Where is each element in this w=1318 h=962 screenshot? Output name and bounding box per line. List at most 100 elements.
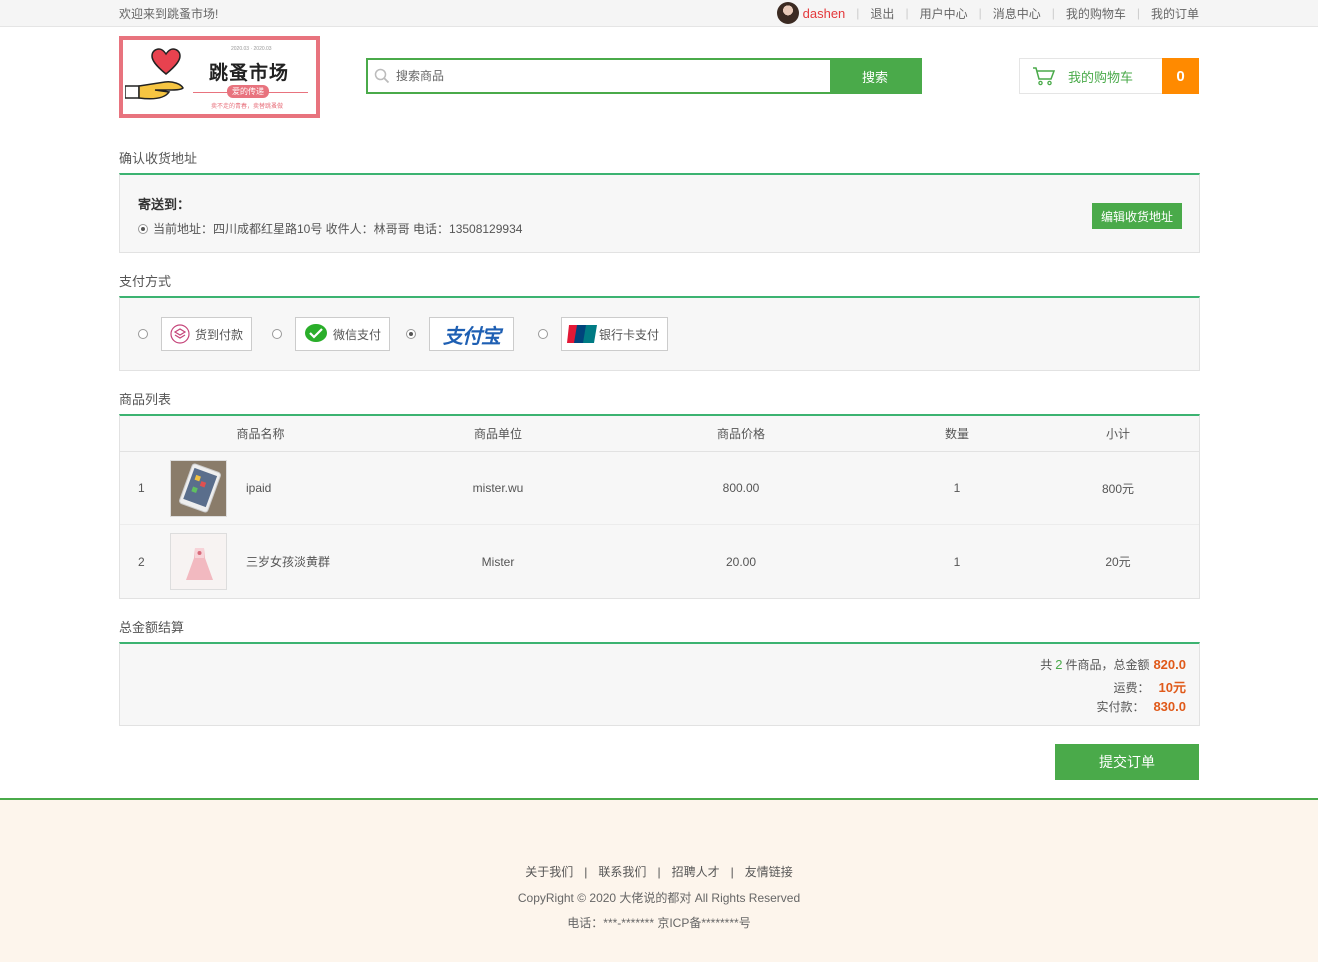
heart-icon (151, 48, 181, 75)
phone-icp-text: 电话：***-******* 京ICP备********号 (567, 916, 751, 930)
payment-card[interactable]: 支付宝 (429, 317, 514, 351)
payment-radio[interactable] (538, 329, 548, 339)
total-amount: 820.0 (1153, 657, 1186, 672)
divider: | (1136, 6, 1140, 20)
user-center-link[interactable]: 用户中心 (920, 5, 968, 22)
username-link[interactable]: dashen (803, 6, 846, 21)
payment-radio[interactable] (406, 329, 416, 339)
header-price: 商品价格 (716, 427, 765, 441)
header-unit: 商品单位 (473, 427, 522, 441)
shipping-label: 运费： (1113, 681, 1150, 695)
footer-link-friends[interactable]: 友情链接 (745, 865, 793, 879)
payment-option-cod[interactable]: 货到付款 (138, 317, 253, 351)
product-subtotal: 20元 (1105, 555, 1131, 569)
product-name[interactable]: ipaid (246, 481, 391, 495)
ship-to-heading: 寄送到： (138, 197, 191, 212)
payment-label: 货到付款 (195, 327, 244, 342)
row-index: 2 (138, 554, 145, 569)
submit-order-button[interactable]: 提交订单 (1055, 744, 1199, 780)
table-row: 2 三岁女孩淡黄群 Mister 20.00 1 20元 (120, 525, 1199, 598)
top-nav: dashen | 退出 | 用户中心 | 消息中心 | 我的购物车 | 我的订单 (776, 0, 1199, 26)
search-bar: 搜索 (366, 58, 922, 94)
divider: | (978, 6, 982, 20)
logo-tagline: 卖不走的青春，卖替跳蚤做 (211, 104, 284, 110)
total-section-title: 总金额结算 (119, 620, 185, 635)
product-name[interactable]: 三岁女孩淡黄群 (246, 553, 391, 570)
total-panel: 共 2 件商品，总金额 820.0 运费： 10元 实付款： 830.0 (119, 642, 1200, 726)
logo-title: 跳蚤市场 (209, 62, 290, 84)
items-section-title: 商品列表 (119, 392, 172, 407)
payment-panel: 货到付款 微信支付 支付宝 银行卡支付 (119, 296, 1200, 371)
payment-option-wechat[interactable]: 微信支付 (272, 317, 391, 351)
count-suffix: 件商品，总金额 (1065, 658, 1150, 672)
payment-radio[interactable] (272, 329, 282, 339)
table-row: 1 ipaid mister.wu 800.00 1 800元 (120, 452, 1199, 525)
payable-line: 实付款： 830.0 (1096, 698, 1186, 715)
cart-widget[interactable]: 我的购物车 0 (1019, 58, 1199, 94)
row-image-cell (170, 533, 246, 590)
divider: | (657, 865, 661, 879)
copyright-text: CopyRight © 2020 大佬说的都对 All Rights Reser… (517, 891, 801, 905)
cash-on-delivery-icon (170, 324, 190, 344)
payable-label: 实付款： (1096, 700, 1145, 714)
product-price: 800.00 (722, 481, 760, 495)
logout-link[interactable]: 退出 (870, 5, 894, 22)
avatar[interactable] (776, 2, 799, 24)
product-image-dress[interactable] (170, 533, 227, 590)
address-radio[interactable] (138, 223, 148, 234)
logo-top-text: 2020.03 · 2020.03 (231, 46, 272, 52)
payment-card[interactable]: 货到付款 (161, 317, 253, 351)
table-header: 商品名称 商品单位 商品价格 数量 小计 (120, 416, 1199, 452)
footer-link-about[interactable]: 关于我们 (525, 865, 573, 879)
header-subtotal: 小计 (1105, 427, 1130, 441)
cart-count-badge: 0 (1162, 58, 1199, 94)
message-center-link[interactable]: 消息中心 (993, 5, 1041, 22)
payment-option-bankcard[interactable]: 银行卡支付 (538, 317, 669, 351)
payment-card[interactable]: 微信支付 (295, 317, 391, 351)
divider: | (584, 865, 588, 879)
payment-card[interactable]: 银行卡支付 (561, 317, 669, 351)
divider: | (730, 865, 734, 879)
alipay-logo: 支付宝 (443, 323, 501, 348)
payment-radio[interactable] (138, 329, 148, 339)
count-prefix: 共 (1040, 658, 1053, 672)
hand-icon (125, 81, 184, 100)
shopping-cart-icon (1020, 66, 1068, 86)
row-image-cell (170, 459, 246, 517)
address-text: 当前地址：四川成都红星路10号 收件人：林哥哥 电话：13508129934 (153, 222, 523, 236)
footer: 关于我们 | 联系我们 | 招聘人才 | 友情链接 CopyRight © 2020 大佬说… (0, 798, 1318, 962)
product-qty: 1 (953, 554, 961, 569)
search-button[interactable]: 搜索 (830, 60, 920, 92)
footer-link-contact[interactable]: 联系我们 (598, 865, 646, 879)
footer-link-jobs[interactable]: 招聘人才 (672, 865, 720, 879)
product-image-ipad[interactable] (170, 459, 227, 517)
site-logo[interactable]: 2020.03 · 2020.03 跳蚤市场 爱的传递 卖不走的青春，卖替跳蚤做 (119, 36, 320, 118)
item-count: 2 (1055, 657, 1063, 672)
my-cart-link[interactable]: 我的购物车 (1066, 5, 1126, 22)
payment-option-alipay[interactable]: 支付宝 (406, 317, 514, 351)
product-qty: 1 (953, 481, 961, 495)
header-name: 商品名称 (236, 427, 285, 441)
address-section-title: 确认收货地址 (119, 151, 198, 166)
payment-label: 微信支付 (333, 327, 382, 342)
search-input[interactable] (396, 60, 830, 92)
product-unit: Mister (481, 554, 515, 569)
header: 2020.03 · 2020.03 跳蚤市场 爱的传递 卖不走的青春，卖替跳蚤做… (119, 36, 1199, 118)
wechat-pay-icon (305, 324, 327, 342)
edit-address-button[interactable]: 编辑收货地址 (1092, 203, 1182, 229)
payable-amount: 830.0 (1153, 699, 1186, 714)
address-option[interactable]: 当前地址：四川成都红星路10号 收件人：林哥哥 电话：13508129934 (138, 220, 522, 237)
my-orders-link[interactable]: 我的订单 (1151, 5, 1199, 22)
product-subtotal: 800元 (1101, 481, 1135, 496)
payment-section-title: 支付方式 (119, 274, 172, 289)
payment-label: 银行卡支付 (599, 327, 660, 342)
total-summary: 共 2 件商品，总金额 820.0 (1040, 656, 1186, 673)
shipping-fee: 10元 (1158, 680, 1186, 695)
search-icon (368, 60, 396, 92)
items-table: 商品名称 商品单位 商品价格 数量 小计 1 ipaid mister.wu 8… (119, 414, 1200, 599)
unionpay-icon (567, 325, 597, 343)
header-qty: 数量 (944, 427, 969, 441)
divider: | (905, 6, 909, 20)
divider: | (856, 6, 860, 20)
row-index: 1 (138, 481, 145, 495)
